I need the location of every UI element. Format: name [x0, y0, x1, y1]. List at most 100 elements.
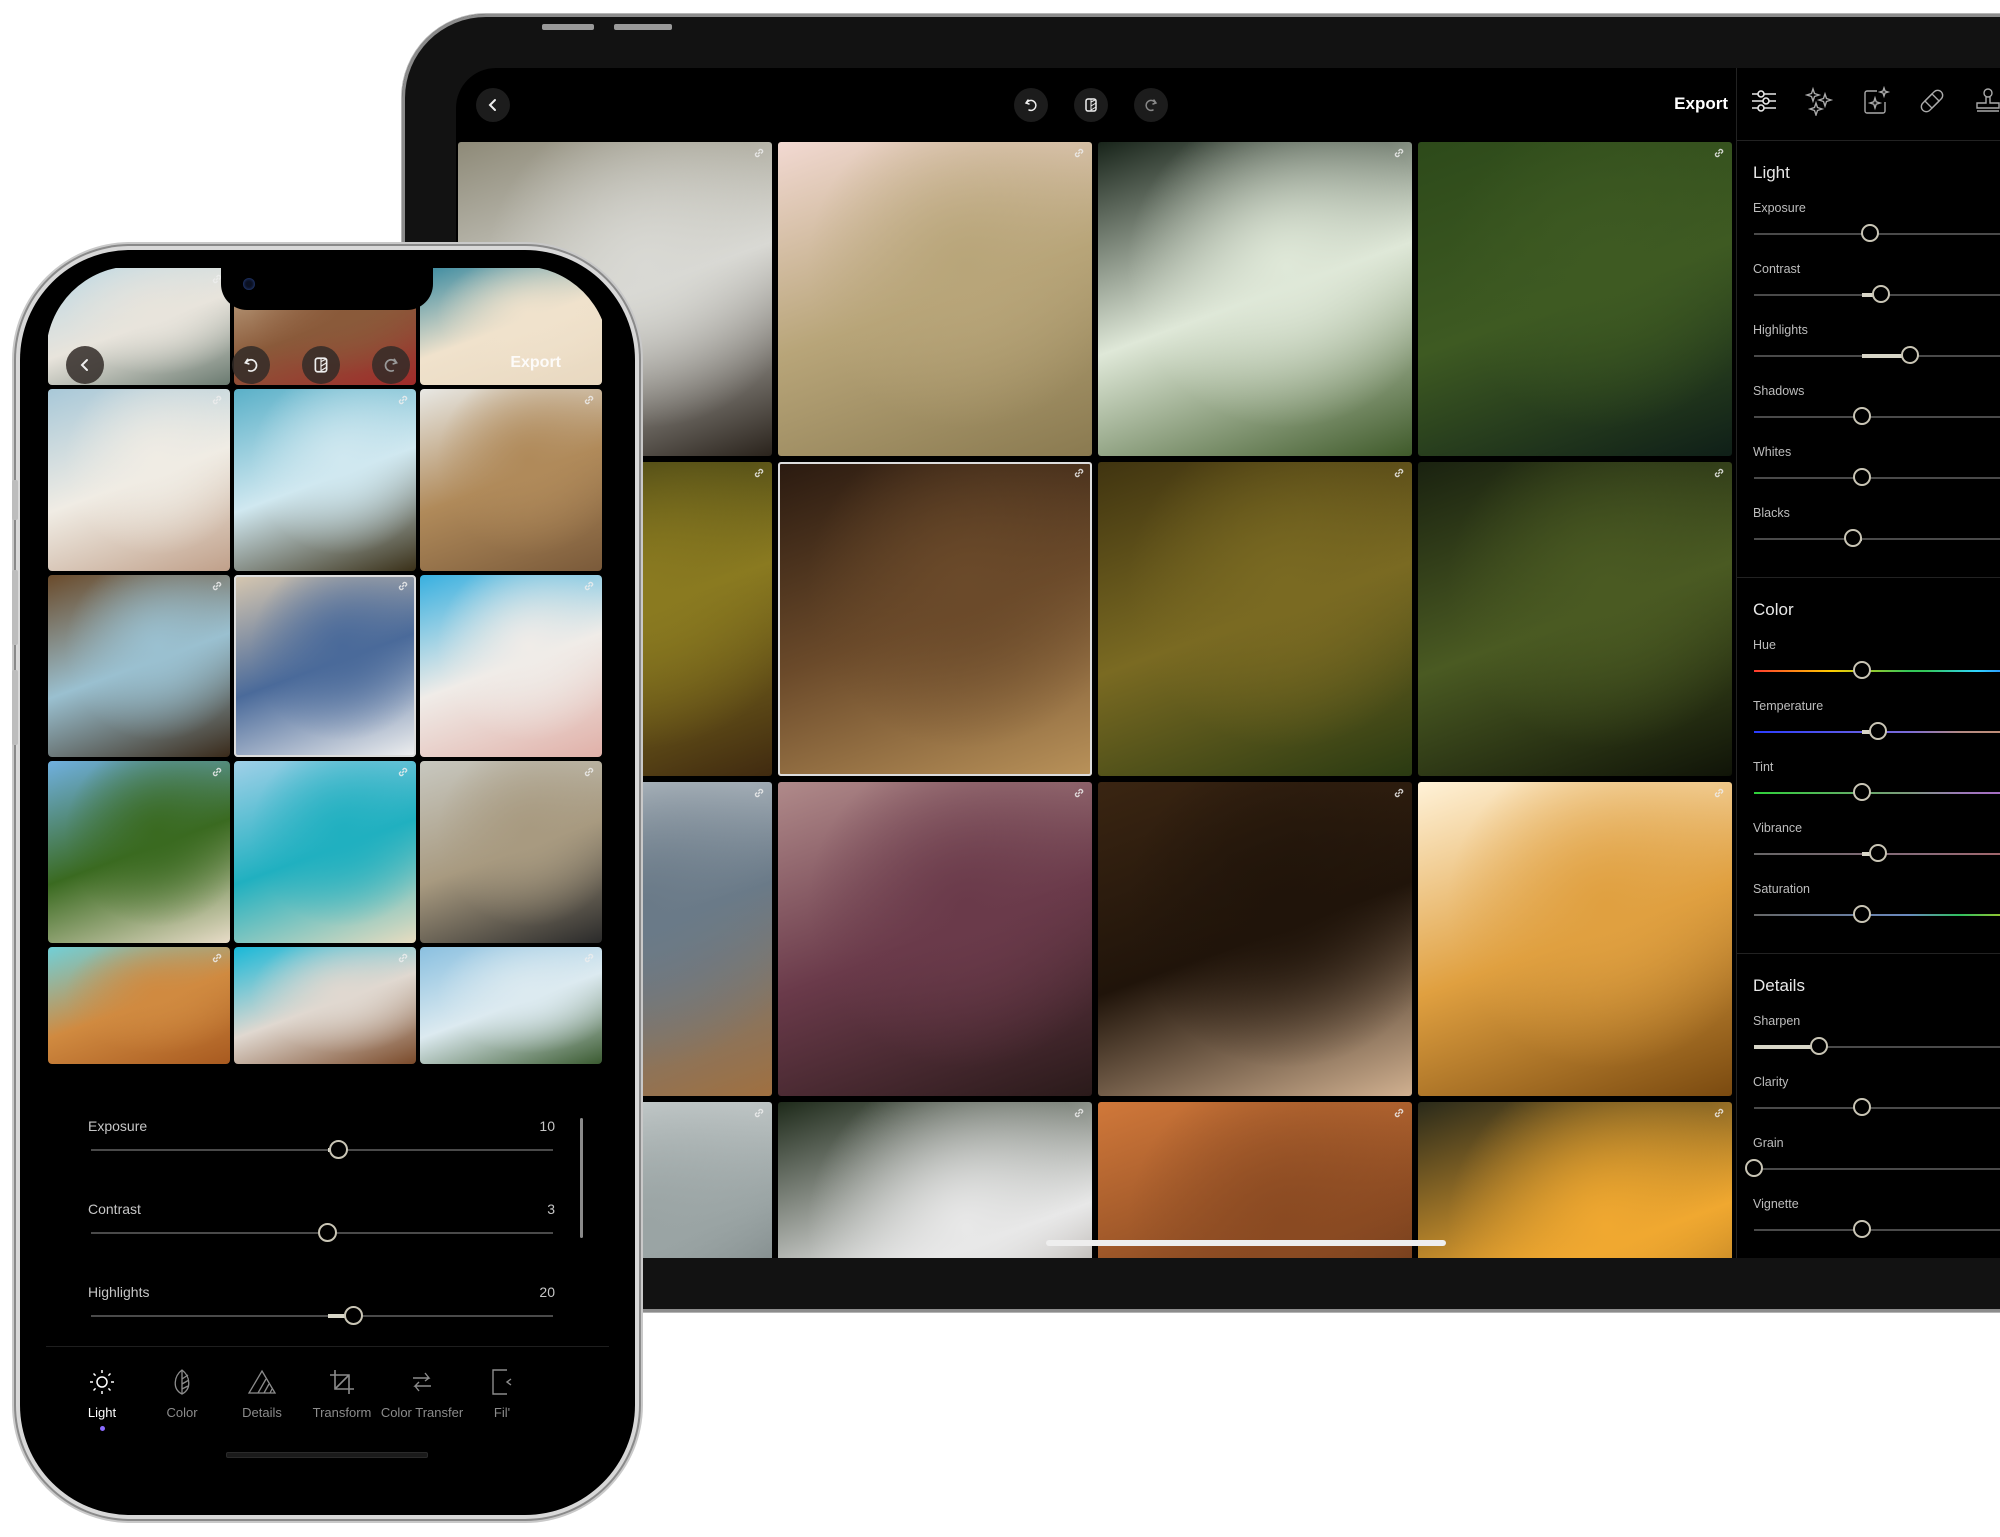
slider-track[interactable] — [1754, 1037, 2000, 1055]
compare-icon — [1085, 98, 1097, 112]
slider-knob[interactable] — [1852, 407, 1871, 425]
slider-knob[interactable] — [1901, 346, 1920, 364]
tablet-photo-tile[interactable] — [1098, 1102, 1412, 1258]
tablet-photo-tile[interactable] — [778, 462, 1092, 776]
tool-tab-ai[interactable] — [1861, 85, 1897, 122]
tab-label: Fil' — [493, 1405, 511, 1420]
back-button[interactable] — [476, 88, 510, 122]
export-button[interactable]: Export — [1674, 94, 1728, 114]
tool-tab-heal[interactable] — [1917, 86, 1953, 122]
slider-track[interactable] — [1754, 407, 2000, 425]
slider-knob[interactable] — [328, 1140, 348, 1159]
slider-track[interactable] — [91, 1140, 553, 1159]
slider-track[interactable] — [1754, 468, 2000, 486]
slider-knob[interactable] — [1852, 783, 1871, 801]
phone-photo-tile[interactable] — [234, 575, 416, 757]
slider-tint: Tint — [1737, 756, 2000, 817]
slider-label: Exposure — [88, 1118, 148, 1134]
slider-blacks: Blacks — [1737, 502, 2000, 563]
slider-track[interactable] — [1754, 285, 2000, 303]
redo-button[interactable] — [372, 346, 410, 384]
slider-knob[interactable] — [1810, 1037, 1829, 1055]
slider-knob[interactable] — [1868, 844, 1887, 862]
tool-tab-effects[interactable] — [1804, 86, 1841, 122]
tablet-photo-tile[interactable] — [778, 1102, 1092, 1258]
slider-exposure: Exposure — [1737, 197, 2000, 258]
link-icon — [398, 395, 408, 405]
redo-icon — [384, 358, 398, 372]
link-icon — [1074, 788, 1084, 798]
slider-knob[interactable] — [1745, 1159, 1763, 1177]
tablet-photo-tile[interactable] — [1418, 462, 1732, 776]
undo-button[interactable] — [1014, 88, 1048, 122]
slider-knob[interactable] — [1852, 468, 1871, 486]
slider-track[interactable] — [1754, 224, 2000, 242]
slider-label: Clarity — [1753, 1075, 1789, 1089]
tablet-photo-tile[interactable] — [1098, 782, 1412, 1096]
slider-knob[interactable] — [1844, 529, 1863, 547]
compare-button[interactable] — [302, 346, 340, 384]
slider-label: Hue — [1753, 638, 1776, 652]
phone-photo-tile[interactable] — [234, 947, 416, 1064]
phone-photo-tile[interactable] — [234, 761, 416, 943]
phone-photo-tile[interactable] — [234, 389, 416, 571]
slider-track[interactable] — [1754, 346, 2000, 364]
slider-knob[interactable] — [1852, 1220, 1871, 1238]
phone-photo-tile[interactable] — [48, 947, 230, 1064]
slider-track[interactable] — [1754, 529, 2000, 547]
link-icon — [1714, 788, 1724, 798]
slider-track[interactable] — [1754, 1098, 2000, 1116]
slider-knob[interactable] — [344, 1306, 364, 1325]
tablet-photo-tile[interactable] — [1098, 462, 1412, 776]
slider-track[interactable] — [1754, 844, 2000, 862]
back-button[interactable] — [66, 346, 104, 384]
slider-track[interactable] — [1754, 722, 2000, 740]
slider-track[interactable] — [1754, 783, 2000, 801]
tablet-photo-tile[interactable] — [1418, 1102, 1732, 1258]
slider-knob[interactable] — [1872, 285, 1891, 303]
slider-track[interactable] — [1754, 905, 2000, 923]
slider-clarity: Clarity — [1737, 1071, 2000, 1132]
slider-track[interactable] — [1754, 661, 2000, 679]
phone-photo-tile[interactable] — [420, 947, 602, 1064]
section-title: Color — [1753, 600, 1794, 619]
tablet-photo-tile[interactable] — [778, 782, 1092, 1096]
slider-vibrance: Vibrance — [1737, 817, 2000, 878]
slider-knob[interactable] — [1852, 905, 1871, 923]
tablet-photo-tile[interactable] — [778, 142, 1092, 456]
phone-photo-tile[interactable] — [420, 575, 602, 757]
phone-photo-tile[interactable] — [48, 575, 230, 757]
slider-track[interactable] — [1754, 1220, 2000, 1238]
tablet-photo-tile[interactable] — [1098, 142, 1412, 456]
slider-sharpen: Sharpen — [1737, 1010, 2000, 1071]
export-button[interactable]: Export — [510, 354, 561, 372]
tool-tab-stamp[interactable] — [1973, 86, 2000, 122]
slider-track[interactable] — [91, 1306, 553, 1325]
undo-button[interactable] — [232, 346, 270, 384]
slider-knob[interactable] — [1868, 722, 1887, 740]
phone-photo-tile[interactable] — [420, 389, 602, 571]
tab-label: Color Transfer — [380, 1405, 464, 1420]
link-icon — [1074, 148, 1084, 158]
tool-tab-adjust[interactable] — [1749, 86, 1785, 122]
tab-label: Color — [166, 1405, 198, 1420]
link-icon — [398, 767, 408, 777]
compare-button[interactable] — [1074, 88, 1108, 122]
link-icon — [1714, 1108, 1724, 1118]
phone-photo-tile[interactable] — [420, 761, 602, 943]
phone-photo-tile[interactable] — [48, 761, 230, 943]
phone-photo-tile[interactable] — [48, 389, 230, 571]
tab-fil[interactable]: Fil' — [452, 1367, 552, 1420]
slider-knob[interactable] — [317, 1223, 337, 1242]
redo-button[interactable] — [1134, 88, 1168, 122]
link-icon — [1714, 148, 1724, 158]
tablet-photo-tile[interactable] — [1418, 142, 1732, 456]
phone-toolbar: Export — [46, 342, 609, 392]
slider-knob[interactable] — [1860, 224, 1879, 242]
slider-track[interactable] — [91, 1223, 553, 1242]
slider-track[interactable] — [1745, 1159, 2000, 1177]
slider-knob[interactable] — [1852, 1098, 1871, 1116]
slider-knob[interactable] — [1852, 661, 1871, 679]
tablet-photo-tile[interactable] — [1418, 782, 1732, 1096]
slider-value: 20 — [539, 1284, 555, 1300]
